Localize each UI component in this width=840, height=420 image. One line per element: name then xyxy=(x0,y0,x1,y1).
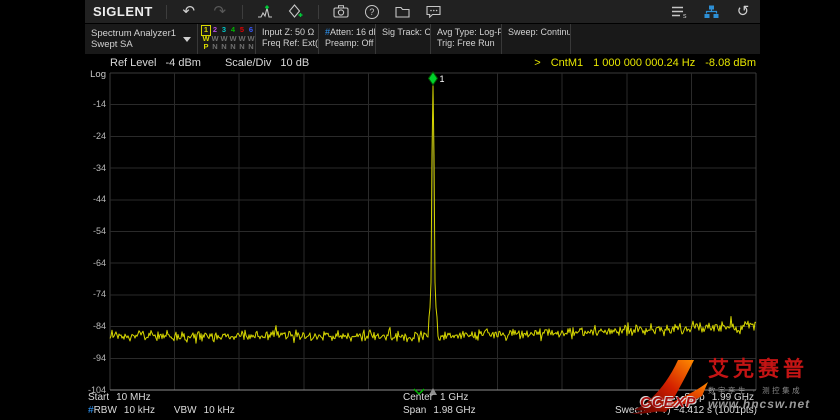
y-tick-label: -64 xyxy=(56,258,106,268)
ref-level-field[interactable]: Ref Level -4 dBm xyxy=(110,57,201,69)
marker-readout-frequency: 1 000 000 000.24 Hz xyxy=(593,57,695,69)
y-tick-label: -54 xyxy=(56,226,106,236)
siglent-logo: SIGLENT xyxy=(93,4,153,19)
status-panel-input[interactable]: Input Z: 50 ΩFreq Ref: Ext(S) xyxy=(256,24,319,54)
y-tick-label: -44 xyxy=(56,194,106,204)
mode-line1: Spectrum Analyzer1 xyxy=(91,28,176,39)
status-panel-avg[interactable]: Avg Type: Log-PwrTrig: Free Run xyxy=(431,24,502,54)
trace-state: N xyxy=(247,43,255,52)
toolbar-separator xyxy=(242,5,243,19)
screenshot-camera-icon[interactable] xyxy=(332,3,350,21)
mode-line2: Swept SA xyxy=(91,39,176,50)
top-chrome: SIGLENT ↶ ↷ xyxy=(85,0,760,54)
marker-readout-name: CntM1 xyxy=(551,57,583,69)
y-tick-label: -74 xyxy=(56,289,106,299)
sweep-time-readout: Sweep(FFT) ~4.412 s (1001pts) xyxy=(615,405,757,416)
y-tick-label: -34 xyxy=(56,163,106,173)
marker-readout-prefix: > xyxy=(534,57,540,69)
toolbar: SIGLENT ↶ ↷ xyxy=(85,0,760,24)
system-list-icon[interactable]: s xyxy=(670,3,688,21)
y-tick-label: -94 xyxy=(56,353,106,363)
rbw-vbw-field[interactable]: #RBW10 kHz VBW10 kHz xyxy=(88,405,235,416)
marker-add-icon[interactable] xyxy=(287,3,305,21)
y-tick-label: -84 xyxy=(56,321,106,331)
mode-selector[interactable]: Spectrum Analyzer1 Swept SA xyxy=(85,24,198,54)
y-tick-label: -14 xyxy=(56,99,106,109)
trace-state: N xyxy=(220,43,228,52)
marker-readout: > CntM1 1 000 000 000.24 Hz -8.08 dBm xyxy=(534,57,756,69)
y-tick-label: -24 xyxy=(56,131,106,141)
network-icon[interactable] xyxy=(702,3,720,21)
redo-icon[interactable]: ↷ xyxy=(211,3,229,21)
help-icon[interactable]: ? xyxy=(363,3,381,21)
history-icon[interactable]: ↺ xyxy=(734,3,752,21)
trace-state: P xyxy=(202,43,210,52)
span-field[interactable]: Span1.98 GHz xyxy=(403,405,476,416)
scale-div-field[interactable]: Scale/Div 10 dB xyxy=(225,57,309,69)
toolbar-separator xyxy=(318,5,319,19)
center-frequency-field[interactable]: Center1 GHz xyxy=(403,392,468,403)
scale-div-label: Scale/Div xyxy=(225,57,271,69)
scale-div-value: 10 dB xyxy=(280,57,309,69)
trace-table: 123456WWWWWWPNNNNN xyxy=(202,26,251,52)
toolbar-right-icons: s ↺ xyxy=(670,3,752,21)
svg-text:s: s xyxy=(683,13,687,18)
trace-state: N xyxy=(229,43,237,52)
spectrum-analyzer-screen: SIGLENT ↶ ↷ xyxy=(0,0,840,420)
status-panel-sweep[interactable]: Sweep: Continuous xyxy=(502,24,571,54)
chevron-down-icon xyxy=(183,37,191,42)
status-panel-atten[interactable]: #Atten: 16 dBPreamp: Off xyxy=(319,24,376,54)
status-panels: Input Z: 50 ΩFreq Ref: Ext(S)#Atten: 16 … xyxy=(256,24,571,54)
trace-status-panel[interactable]: 123456WWWWWWPNNNNN xyxy=(198,24,256,54)
spectrum-plot: 1 xyxy=(110,73,756,390)
status-panel-sigtrack[interactable]: Sig Track: Off xyxy=(376,24,431,54)
ref-level-label: Ref Level xyxy=(110,57,156,69)
status-bar: Spectrum Analyzer1 Swept SA 123456WWWWWW… xyxy=(85,24,760,54)
trace-state: N xyxy=(211,43,219,52)
marker-readout-amplitude: -8.08 dBm xyxy=(705,57,756,69)
amplitude-scale-type: Log xyxy=(56,69,106,80)
undo-icon[interactable]: ↶ xyxy=(180,3,198,21)
svg-text:1: 1 xyxy=(440,74,445,84)
amplitude-readout-row: Ref Level -4 dBm Scale/Div 10 dB xyxy=(110,57,309,69)
start-frequency-field[interactable]: Start10 MHz xyxy=(88,392,151,403)
status-filler xyxy=(571,24,760,54)
peak-search-icon[interactable] xyxy=(256,3,274,21)
toolbar-separator xyxy=(166,5,167,19)
stop-frequency-field[interactable]: Stop1.99 GHz xyxy=(684,392,754,403)
file-open-icon[interactable] xyxy=(394,3,412,21)
trace-state: N xyxy=(238,43,246,52)
ref-level-value: -4 dBm xyxy=(165,57,200,69)
marker-1-diamond-icon[interactable]: 1 xyxy=(429,72,445,85)
message-icon[interactable] xyxy=(425,3,443,21)
